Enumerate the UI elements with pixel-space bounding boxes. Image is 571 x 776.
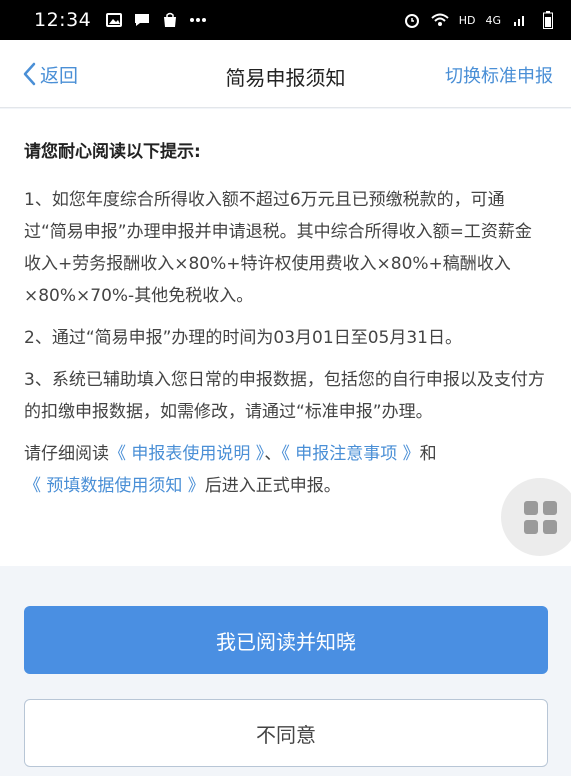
chevron-left-icon <box>23 62 36 86</box>
back-label: 返回 <box>40 64 79 87</box>
notice-content: 请您耐心阅读以下提示: 1、如您年度综合所得收入额不超过6万元且已预缴税款的，可… <box>0 109 571 566</box>
floating-menu-button[interactable] <box>501 478 571 556</box>
more-dots-icon <box>189 12 207 28</box>
declaration-form-guide-link[interactable]: 《 申报表使用说明 》 <box>109 444 264 464</box>
battery-icon <box>539 11 557 29</box>
switch-standard-declaration-link[interactable]: 切换标准申报 <box>445 62 553 88</box>
signal-type-label: 4G <box>485 13 501 27</box>
read-prefix: 请仔细阅读 <box>24 444 109 464</box>
notice-item-1: 1、如您年度综合所得收入额不超过6万元且已预缴税款的，可通过“简易申报”办理申报… <box>24 190 532 306</box>
back-button[interactable]: 返回 <box>22 40 78 108</box>
notice-heading: 请您耐心阅读以下提示: <box>24 142 201 162</box>
separator-and: 和 <box>419 444 437 464</box>
declaration-notes-link[interactable]: 《 申报注意事项 》 <box>281 444 419 464</box>
image-icon <box>105 12 123 28</box>
alarm-icon <box>403 12 421 28</box>
separator-comma: 、 <box>264 444 282 464</box>
status-system-icons: HD 4G <box>403 11 557 29</box>
status-time: 12:34 <box>34 9 92 31</box>
bag-icon <box>161 12 179 28</box>
signal-icon <box>511 12 529 28</box>
navigation-bar: 返回 简易申报须知 切换标准申报 <box>0 40 571 108</box>
wifi-icon <box>431 12 449 28</box>
prefilled-data-notice-link[interactable]: 《 预填数据使用须知 》 <box>24 476 205 496</box>
message-icon <box>133 12 151 28</box>
notice-item-3: 3、系统已辅助填入您日常的申报数据，包括您的自行申报以及支付方的扣缴申报数据，如… <box>24 370 545 422</box>
notice-item-2: 2、通过“简易申报”办理的时间为03月01日至05月31日。 <box>24 328 462 348</box>
network-type-label: HD <box>458 13 476 27</box>
status-notification-icons <box>105 12 207 28</box>
status-bar: 12:34 HD 4G <box>0 0 571 40</box>
disagree-button[interactable]: 不同意 <box>24 699 548 767</box>
agree-button[interactable]: 我已阅读并知晓 <box>24 606 548 674</box>
grid-menu-icon <box>523 500 557 534</box>
read-documents-line: 请仔细阅读《 申报表使用说明 》、《 申报注意事项 》和《 预填数据使用须知 》… <box>24 438 547 502</box>
read-suffix: 后进入正式申报。 <box>204 476 341 496</box>
